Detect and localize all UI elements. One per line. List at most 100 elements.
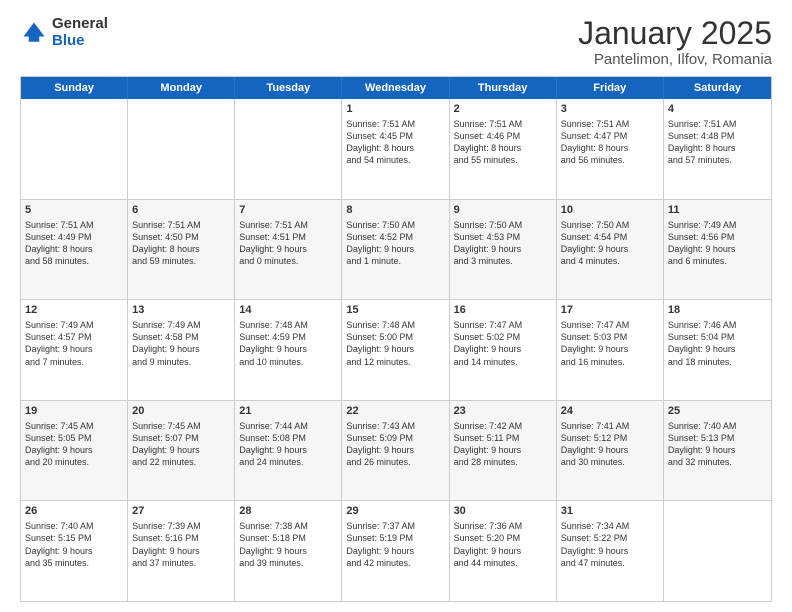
cell-text: Sunset: 4:57 PM (25, 331, 123, 343)
day-cell-15: 15Sunrise: 7:48 AMSunset: 5:00 PMDayligh… (342, 300, 449, 400)
cell-text: Sunrise: 7:51 AM (561, 118, 659, 130)
cell-text: and 57 minutes. (668, 154, 767, 166)
cell-text: and 35 minutes. (25, 557, 123, 569)
cell-text: Sunset: 5:15 PM (25, 532, 123, 544)
day-cell-27: 27Sunrise: 7:39 AMSunset: 5:16 PMDayligh… (128, 501, 235, 601)
day-number-1: 1 (346, 102, 444, 117)
day-cell-3: 3Sunrise: 7:51 AMSunset: 4:47 PMDaylight… (557, 99, 664, 199)
cell-text: Daylight: 9 hours (132, 343, 230, 355)
cell-text: Sunset: 5:03 PM (561, 331, 659, 343)
cell-text: Daylight: 9 hours (132, 545, 230, 557)
title-location: Pantelimon, Ilfov, Romania (578, 51, 772, 68)
calendar-body: 1Sunrise: 7:51 AMSunset: 4:45 PMDaylight… (21, 99, 771, 601)
day-number-13: 13 (132, 303, 230, 318)
cell-text: Sunrise: 7:47 AM (454, 319, 552, 331)
cell-text: Sunrise: 7:44 AM (239, 420, 337, 432)
header-day-sunday: Sunday (21, 77, 128, 99)
day-number-10: 10 (561, 203, 659, 218)
cell-text: Sunset: 5:00 PM (346, 331, 444, 343)
cell-text: Daylight: 9 hours (346, 243, 444, 255)
day-number-29: 29 (346, 504, 444, 519)
cell-text: Sunset: 4:59 PM (239, 331, 337, 343)
cell-text: Sunset: 5:22 PM (561, 532, 659, 544)
day-cell-11: 11Sunrise: 7:49 AMSunset: 4:56 PMDayligh… (664, 200, 771, 300)
day-number-26: 26 (25, 504, 123, 519)
cell-text: Sunset: 5:09 PM (346, 432, 444, 444)
header-day-thursday: Thursday (450, 77, 557, 99)
calendar-header: SundayMondayTuesdayWednesdayThursdayFrid… (21, 77, 771, 99)
day-cell-21: 21Sunrise: 7:44 AMSunset: 5:08 PMDayligh… (235, 401, 342, 501)
day-number-19: 19 (25, 404, 123, 419)
cell-text: Sunset: 4:58 PM (132, 331, 230, 343)
cell-text: Sunset: 4:46 PM (454, 130, 552, 142)
day-number-8: 8 (346, 203, 444, 218)
cell-text: Sunrise: 7:46 AM (668, 319, 767, 331)
day-number-17: 17 (561, 303, 659, 318)
cell-text: Daylight: 8 hours (132, 243, 230, 255)
cell-text: Sunrise: 7:51 AM (454, 118, 552, 130)
cell-text: Sunset: 5:12 PM (561, 432, 659, 444)
empty-cell-r0c0 (21, 99, 128, 199)
cell-text: and 30 minutes. (561, 456, 659, 468)
day-number-20: 20 (132, 404, 230, 419)
cell-text: Sunrise: 7:42 AM (454, 420, 552, 432)
cell-text: Sunset: 5:07 PM (132, 432, 230, 444)
day-cell-28: 28Sunrise: 7:38 AMSunset: 5:18 PMDayligh… (235, 501, 342, 601)
cell-text: and 26 minutes. (346, 456, 444, 468)
day-cell-24: 24Sunrise: 7:41 AMSunset: 5:12 PMDayligh… (557, 401, 664, 501)
cell-text: Sunset: 4:50 PM (132, 231, 230, 243)
cell-text: Daylight: 9 hours (668, 444, 767, 456)
cell-text: Sunrise: 7:51 AM (346, 118, 444, 130)
day-number-22: 22 (346, 404, 444, 419)
cell-text: Sunrise: 7:39 AM (132, 520, 230, 532)
cell-text: Daylight: 8 hours (668, 142, 767, 154)
cell-text: Sunset: 5:11 PM (454, 432, 552, 444)
cell-text: Sunset: 5:13 PM (668, 432, 767, 444)
cell-text: and 1 minute. (346, 255, 444, 267)
cell-text: Sunset: 4:56 PM (668, 231, 767, 243)
cell-text: and 56 minutes. (561, 154, 659, 166)
cell-text: Sunset: 4:51 PM (239, 231, 337, 243)
cell-text: and 22 minutes. (132, 456, 230, 468)
day-number-2: 2 (454, 102, 552, 117)
cell-text: and 18 minutes. (668, 356, 767, 368)
cell-text: Sunset: 4:47 PM (561, 130, 659, 142)
cell-text: Sunrise: 7:36 AM (454, 520, 552, 532)
cell-text: Sunset: 4:49 PM (25, 231, 123, 243)
cell-text: Sunrise: 7:48 AM (346, 319, 444, 331)
day-number-4: 4 (668, 102, 767, 117)
cell-text: and 9 minutes. (132, 356, 230, 368)
cell-text: Daylight: 9 hours (561, 243, 659, 255)
day-number-14: 14 (239, 303, 337, 318)
day-cell-22: 22Sunrise: 7:43 AMSunset: 5:09 PMDayligh… (342, 401, 449, 501)
calendar-row-4: 26Sunrise: 7:40 AMSunset: 5:15 PMDayligh… (21, 500, 771, 601)
cell-text: Sunrise: 7:45 AM (132, 420, 230, 432)
day-cell-10: 10Sunrise: 7:50 AMSunset: 4:54 PMDayligh… (557, 200, 664, 300)
day-number-15: 15 (346, 303, 444, 318)
day-cell-13: 13Sunrise: 7:49 AMSunset: 4:58 PMDayligh… (128, 300, 235, 400)
cell-text: Sunrise: 7:51 AM (132, 219, 230, 231)
cell-text: Daylight: 9 hours (239, 444, 337, 456)
day-number-6: 6 (132, 203, 230, 218)
day-number-27: 27 (132, 504, 230, 519)
day-cell-12: 12Sunrise: 7:49 AMSunset: 4:57 PMDayligh… (21, 300, 128, 400)
logo-icon (20, 19, 48, 47)
cell-text: and 12 minutes. (346, 356, 444, 368)
day-number-31: 31 (561, 504, 659, 519)
cell-text: Daylight: 8 hours (561, 142, 659, 154)
cell-text: Sunrise: 7:43 AM (346, 420, 444, 432)
cell-text: Daylight: 9 hours (454, 545, 552, 557)
cell-text: Daylight: 9 hours (561, 343, 659, 355)
day-number-25: 25 (668, 404, 767, 419)
calendar-row-0: 1Sunrise: 7:51 AMSunset: 4:45 PMDaylight… (21, 99, 771, 199)
header-day-monday: Monday (128, 77, 235, 99)
day-number-9: 9 (454, 203, 552, 218)
day-cell-17: 17Sunrise: 7:47 AMSunset: 5:03 PMDayligh… (557, 300, 664, 400)
cell-text: and 39 minutes. (239, 557, 337, 569)
cell-text: Sunset: 5:16 PM (132, 532, 230, 544)
header: General Blue January 2025 Pantelimon, Il… (20, 16, 772, 68)
cell-text: Daylight: 9 hours (454, 343, 552, 355)
cell-text: Sunrise: 7:40 AM (668, 420, 767, 432)
day-cell-20: 20Sunrise: 7:45 AMSunset: 5:07 PMDayligh… (128, 401, 235, 501)
calendar-row-3: 19Sunrise: 7:45 AMSunset: 5:05 PMDayligh… (21, 400, 771, 501)
